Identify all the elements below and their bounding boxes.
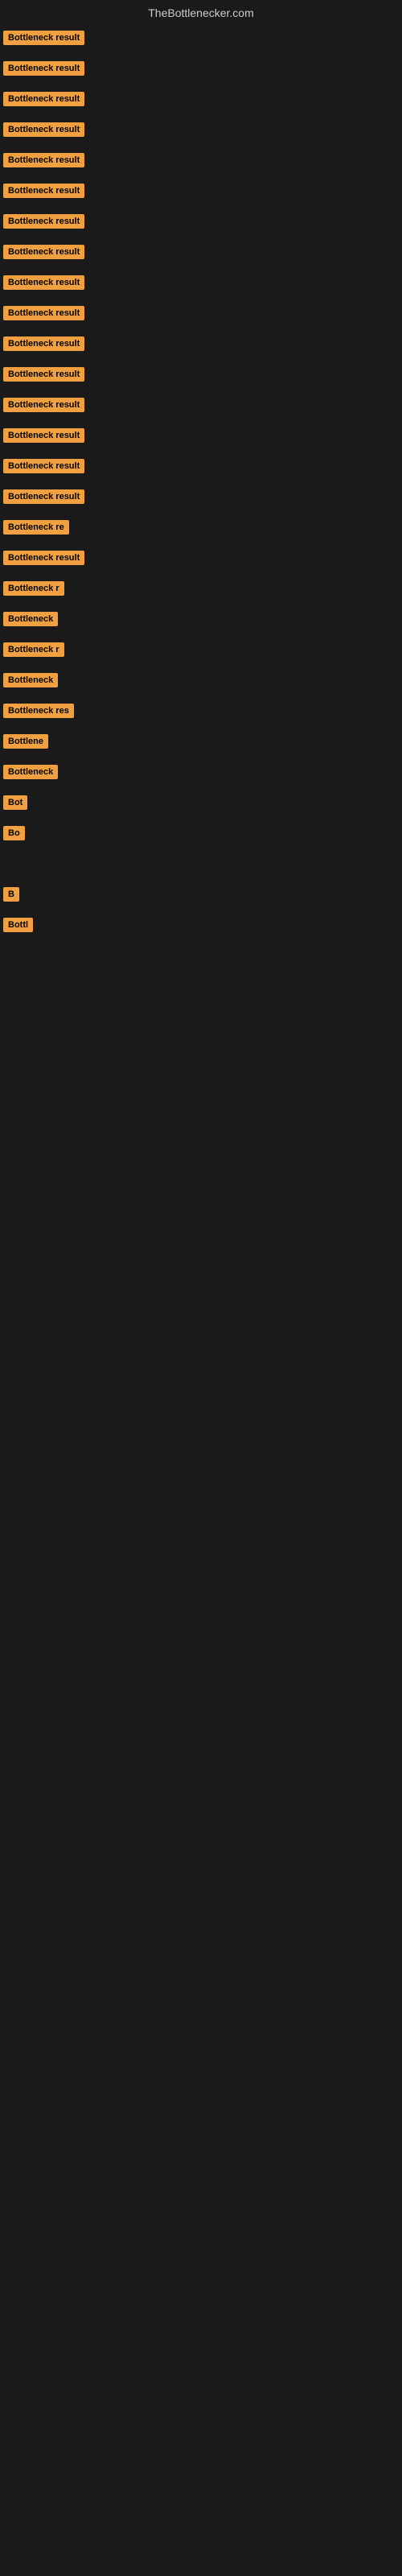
bottleneck-badge: Bottleneck result [3, 214, 84, 229]
list-item: Bottleneck result [0, 206, 402, 237]
bottleneck-badge: Bottleneck result [3, 551, 84, 565]
list-item: Bottleneck result [0, 543, 402, 573]
list-item: Bottleneck [0, 604, 402, 634]
list-item: Bot [0, 787, 402, 818]
bottleneck-badge: Bottlene [3, 734, 48, 749]
bottleneck-badge: Bottleneck result [3, 398, 84, 412]
bottleneck-badge: Bottleneck result [3, 275, 84, 290]
list-item: Bottlene [0, 726, 402, 757]
bottleneck-badge: Bottleneck result [3, 367, 84, 382]
bottleneck-badge: Bottleneck result [3, 122, 84, 137]
bottleneck-badge: Bottleneck result [3, 184, 84, 198]
bottleneck-badge: Bottleneck result [3, 31, 84, 45]
bottleneck-badge: Bottleneck re [3, 520, 69, 535]
list-item: Bottleneck result [0, 175, 402, 206]
bottleneck-badge: Bottleneck res [3, 704, 74, 718]
list-item: Bottleneck result [0, 84, 402, 114]
list-item: Bottleneck result [0, 114, 402, 145]
bottleneck-badge: Bottleneck result [3, 245, 84, 259]
bottleneck-badge: Bottleneck [3, 673, 58, 687]
bottleneck-badge: Bottleneck result [3, 306, 84, 320]
list-item: Bottleneck result [0, 298, 402, 328]
list-item: Bottleneck result [0, 420, 402, 451]
list-item [0, 940, 402, 971]
bottleneck-badge: Bottleneck [3, 765, 58, 779]
list-item: Bottleneck result [0, 53, 402, 84]
list-item: Bottleneck r [0, 634, 402, 665]
bottleneck-badge: Bottleneck result [3, 428, 84, 443]
site-title: TheBottlenecker.com [0, 0, 402, 23]
list-item: Bottleneck result [0, 481, 402, 512]
list-item: Bo [0, 818, 402, 848]
list-item: Bottleneck result [0, 237, 402, 267]
list-item: Bottleneck result [0, 328, 402, 359]
bottleneck-badge: Bo [3, 826, 25, 840]
bottleneck-badge: Bottleneck result [3, 92, 84, 106]
list-item: Bottleneck result [0, 451, 402, 481]
list-item: Bottleneck result [0, 359, 402, 390]
bottleneck-badge: Bottleneck result [3, 459, 84, 473]
bottleneck-badge: Bot [3, 795, 27, 810]
bottleneck-badge: Bottleneck [3, 612, 58, 626]
list-item: Bottleneck [0, 665, 402, 696]
list-item: Bottl [0, 910, 402, 940]
items-container: Bottleneck result Bottleneck result Bottle… [0, 23, 402, 971]
list-item: Bottleneck result [0, 23, 402, 53]
list-item: Bottleneck res [0, 696, 402, 726]
bottleneck-badge: Bottleneck result [3, 61, 84, 76]
list-item: B [0, 879, 402, 910]
list-item: Bottleneck result [0, 390, 402, 420]
bottleneck-badge: Bottleneck result [3, 489, 84, 504]
list-item [0, 848, 402, 879]
list-item: Bottleneck result [0, 145, 402, 175]
bottleneck-badge: B [3, 887, 19, 902]
list-item: Bottleneck result [0, 267, 402, 298]
site-header: TheBottlenecker.com [0, 0, 402, 23]
bottleneck-badge: Bottleneck result [3, 336, 84, 351]
bottleneck-badge: Bottleneck r [3, 642, 64, 657]
bottleneck-badge: Bottleneck r [3, 581, 64, 596]
bottleneck-badge: Bottl [3, 918, 33, 932]
bottleneck-badge: Bottleneck result [3, 153, 84, 167]
list-item: Bottleneck [0, 757, 402, 787]
list-item: Bottleneck re [0, 512, 402, 543]
list-item: Bottleneck r [0, 573, 402, 604]
